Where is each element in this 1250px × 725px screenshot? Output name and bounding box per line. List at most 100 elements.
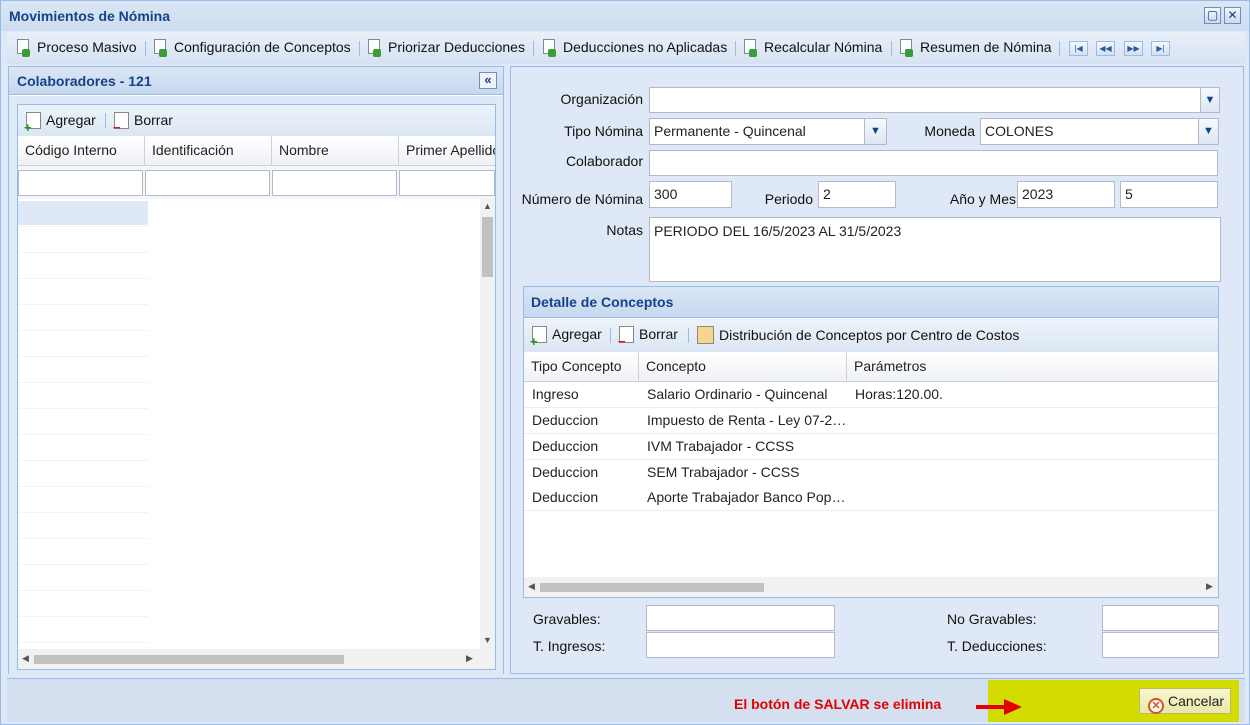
concepts-grid-header: Tipo Concepto Concepto Parámetros (524, 352, 1218, 382)
toolbar-proceso-masivo[interactable]: Proceso Masivo (17, 39, 137, 57)
concepts-detail-header: Detalle de Conceptos (524, 287, 1218, 318)
column-identificacion[interactable]: Identificación (145, 136, 272, 166)
filter-identificacion-input[interactable] (145, 170, 270, 196)
table-row[interactable]: Deduccion SEM Trabajador - CCSS (524, 460, 1218, 486)
delete-document-icon (113, 112, 129, 134)
delete-collaborator-button[interactable]: Borrar (113, 112, 173, 134)
document-icon (17, 39, 31, 57)
no-gravables-field (1102, 605, 1219, 631)
collaborators-title: Colaboradores - 121 (17, 73, 152, 89)
document-icon (744, 39, 758, 57)
toolbar-separator (735, 41, 736, 56)
close-icon[interactable]: ✕ (1224, 7, 1241, 24)
numero-nomina-input[interactable]: 300 (649, 181, 732, 208)
collaborators-horizontal-scrollbar[interactable]: ◀ ▶ (18, 649, 495, 669)
column-primer-apellido[interactable]: Primer Apellido (399, 136, 495, 166)
scrollbar-thumb[interactable] (482, 217, 493, 277)
filter-nombre-input[interactable] (272, 170, 397, 196)
window-titlebar: Movimientos de Nómina ▢ ✕ (1, 1, 1249, 31)
tipo-nomina-combo[interactable]: Permanente - Quincenal (649, 118, 865, 145)
mes-input[interactable]: 5 (1120, 181, 1218, 208)
column-concepto[interactable]: Concepto (639, 352, 847, 382)
add-concept-button[interactable]: Agregar (530, 326, 602, 348)
concepts-horizontal-scrollbar[interactable]: ◀ ▶ (524, 577, 1218, 597)
collaborators-grid-toolbar: Agregar Borrar (18, 105, 495, 136)
scroll-up-icon[interactable]: ▲ (483, 201, 492, 211)
toolbar-priorizar-deducciones[interactable]: Priorizar Deducciones (368, 39, 525, 57)
column-parametros[interactable]: Parámetros (847, 352, 1218, 382)
toolbar-separator (891, 41, 892, 56)
cell-parametros (847, 485, 1218, 510)
cell-parametros (847, 434, 1218, 459)
chevron-down-icon[interactable]: ▼ (1200, 87, 1220, 113)
cancel-button[interactable]: ✕ Cancelar (1139, 688, 1231, 714)
filter-apellido-input[interactable] (399, 170, 495, 196)
toolbar-recalcular-nomina[interactable]: Recalcular Nómina (744, 39, 882, 57)
column-codigo-interno[interactable]: Código Interno (18, 136, 145, 166)
column-nombre[interactable]: Nombre (272, 136, 399, 166)
collaborators-grid: Agregar Borrar Código Interno Identifica… (17, 104, 496, 670)
collaborators-vertical-scrollbar[interactable]: ▲ ▼ (480, 199, 495, 649)
concepts-toolbar: Agregar Borrar Distribución de Conceptos… (524, 319, 1218, 352)
annotation-note: El botón de SALVAR se elimina (734, 696, 942, 712)
scroll-right-icon[interactable]: ▶ (466, 653, 473, 664)
cell-parametros: Horas:120.00. (855, 386, 943, 402)
red-arrow-icon (976, 699, 1022, 715)
toolbar-resumen-nomina[interactable]: Resumen de Nómina (900, 39, 1052, 57)
table-row[interactable]: Deduccion IVM Trabajador - CCSS (524, 434, 1218, 460)
collaborators-filter-row (18, 166, 495, 199)
toolbar-separator (533, 41, 534, 56)
first-page-icon[interactable]: |◀ (1069, 41, 1088, 56)
table-row[interactable]: Deduccion Impuesto de Renta - Ley 07-2… (524, 408, 1218, 434)
organizacion-combo[interactable] (649, 87, 1201, 113)
toolbar-separator (145, 41, 146, 56)
no-gravables-label: No Gravables: (947, 611, 1037, 627)
periodo-input[interactable]: 2 (818, 181, 896, 208)
scrollbar-thumb[interactable] (34, 655, 344, 664)
cell-tipo: Deduccion (532, 438, 599, 454)
anio-input[interactable]: 2023 (1017, 181, 1115, 208)
chevron-down-icon[interactable]: ▼ (864, 118, 887, 145)
numero-nomina-label: Número de Nómina (521, 191, 643, 207)
concepts-toolbar-separator (610, 328, 611, 343)
distribution-cost-center-button[interactable]: Distribución de Conceptos por Centro de … (697, 326, 1019, 344)
toolbar-configuracion-conceptos[interactable]: Configuración de Conceptos (154, 39, 351, 57)
gravables-label: Gravables: (533, 611, 601, 627)
chevron-down-icon[interactable]: ▼ (1198, 118, 1219, 145)
scrollbar-thumb[interactable] (540, 583, 764, 592)
scroll-right-icon[interactable]: ▶ (1206, 581, 1213, 592)
collaborators-panel: Colaboradores - 121 « Agregar Borrar Cód… (8, 66, 504, 674)
payroll-form-panel: Organización ▼ Tipo Nómina Permanente - … (510, 66, 1244, 674)
maximize-icon[interactable]: ▢ (1204, 7, 1221, 24)
previous-page-icon[interactable]: ◀◀ (1096, 41, 1115, 56)
next-page-icon[interactable]: ▶▶ (1124, 41, 1143, 56)
window-title: Movimientos de Nómina (9, 8, 171, 24)
collaborators-header: Colaboradores - 121 « (9, 67, 503, 95)
scroll-left-icon[interactable]: ◀ (528, 581, 535, 592)
cell-concepto: IVM Trabajador - CCSS (647, 438, 795, 454)
toolbar-deducciones-no-aplicadas[interactable]: Deducciones no Aplicadas (543, 39, 727, 57)
cell-tipo: Deduccion (532, 489, 599, 505)
last-page-icon[interactable]: ▶| (1151, 41, 1170, 56)
scroll-left-icon[interactable]: ◀ (22, 653, 29, 664)
delete-document-icon (618, 326, 634, 348)
table-row[interactable] (18, 201, 148, 225)
moneda-combo[interactable]: COLONES (980, 118, 1199, 145)
cell-concepto: Impuesto de Renta - Ley 07-2… (647, 412, 847, 428)
colaborador-input[interactable] (649, 150, 1218, 176)
delete-concept-button[interactable]: Borrar (618, 326, 678, 348)
cell-concepto: SEM Trabajador - CCSS (647, 464, 800, 480)
table-row[interactable]: Deduccion Aporte Trabajador Banco Pop… (524, 485, 1218, 511)
cell-parametros (847, 460, 1218, 485)
filter-codigo-input[interactable] (18, 170, 143, 196)
add-collaborator-button[interactable]: Agregar (24, 112, 96, 134)
scroll-down-icon[interactable]: ▼ (483, 635, 492, 645)
notas-textarea[interactable]: PERIODO DEL 16/5/2023 AL 31/5/2023 (649, 217, 1221, 282)
collapse-left-icon[interactable]: « (479, 72, 497, 89)
table-row[interactable]: Ingreso Salario Ordinario - Quincenal Ho… (524, 382, 1218, 408)
colaborador-label: Colaborador (565, 153, 643, 169)
document-icon (543, 39, 557, 57)
toolbar-separator (1059, 41, 1060, 56)
document-icon (154, 39, 168, 57)
column-tipo-concepto[interactable]: Tipo Concepto (524, 352, 639, 382)
